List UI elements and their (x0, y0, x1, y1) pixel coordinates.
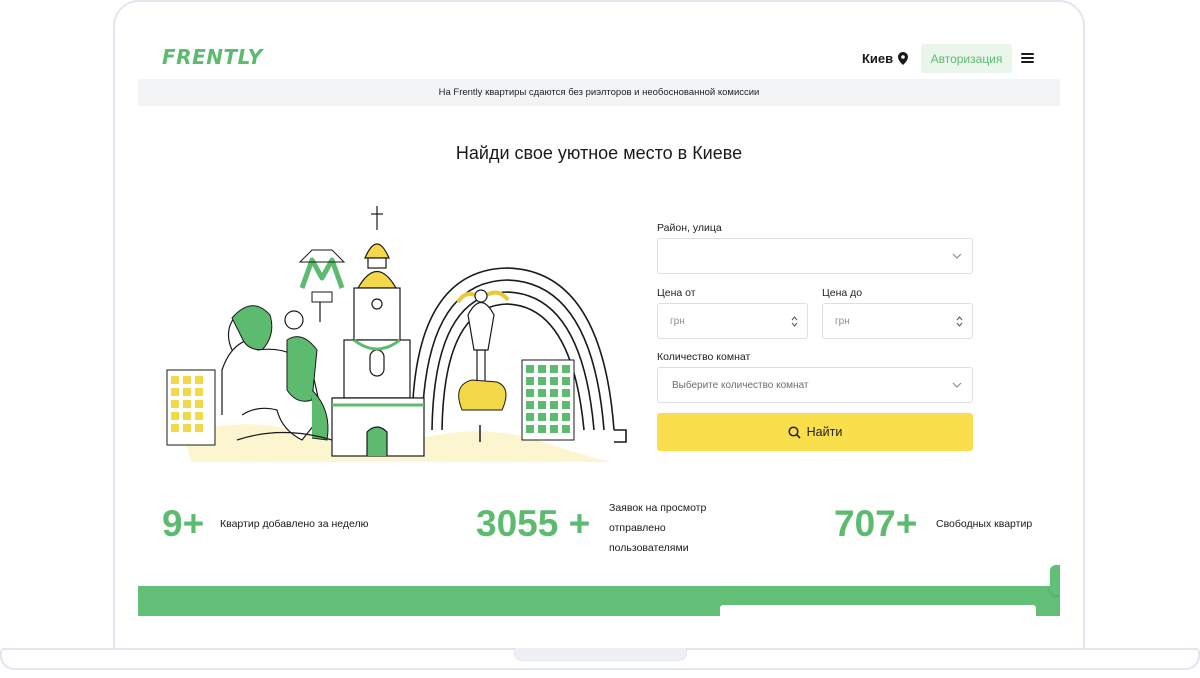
search-button[interactable]: Найти (657, 413, 973, 451)
price-to-label: Цена до (822, 287, 863, 299)
city-label: Киев (862, 51, 894, 66)
price-from-label: Цена от (657, 287, 696, 299)
stat-week-text: Квартир добавлено за неделю (220, 518, 369, 530)
frently-logo[interactable]: FRENTLY (162, 45, 263, 69)
side-widget-tab[interactable] (1050, 565, 1060, 595)
chevron-down-icon (952, 253, 962, 259)
location-pin-icon (898, 52, 909, 65)
content-card (720, 605, 1036, 616)
hamburger-menu-icon[interactable] (1021, 53, 1034, 63)
browser-screen: FRENTLY Киев Авторизация На Frently квар… (138, 26, 1060, 616)
stat-free-value: 707+ (834, 503, 918, 544)
stat-requests-value: 3055 + (476, 503, 591, 544)
search-button-label: Найти (806, 425, 843, 439)
search-form: Район, улица Цена от грн Цена до грн Кол… (657, 222, 973, 451)
price-from-input[interactable]: грн (657, 303, 808, 339)
rooms-label: Количество комнат (657, 351, 751, 363)
price-from-placeholder: грн (670, 315, 685, 327)
info-banner: На Frently квартиры сдаются без риэлторо… (138, 79, 1060, 106)
search-icon (788, 425, 801, 439)
stat-requests-text: Заявок на просмотр отправлено пользовате… (609, 498, 706, 558)
chevron-down-icon (952, 382, 962, 388)
stat-requests-line: Заявок на просмотр (609, 502, 707, 514)
laptop-notch (514, 648, 687, 661)
stat-requests-line: отправлено (609, 522, 666, 534)
rooms-placeholder: Выберите количество комнат (672, 379, 809, 391)
number-spinner-icon[interactable] (791, 315, 798, 328)
city-selector[interactable]: Киев (862, 51, 909, 66)
price-to-input[interactable]: грн (822, 303, 973, 339)
rooms-select[interactable]: Выберите количество комнат (657, 367, 973, 403)
price-to-placeholder: грн (835, 315, 850, 327)
kyiv-landmarks-illustration (166, 206, 627, 462)
stat-free-text: Свободных квартир (936, 518, 1033, 530)
district-select[interactable] (657, 238, 973, 274)
stat-requests-line: пользователями (609, 542, 689, 554)
hero-title: Найди свое уютное место в Киеве (455, 143, 743, 163)
district-label: Район, улица (657, 222, 722, 234)
stat-week-value: 9+ (162, 503, 205, 544)
banner-text: На Frently квартиры сдаются без риэлторо… (438, 87, 760, 98)
number-spinner-icon[interactable] (956, 315, 963, 328)
auth-button[interactable]: Авторизация (921, 44, 1012, 73)
